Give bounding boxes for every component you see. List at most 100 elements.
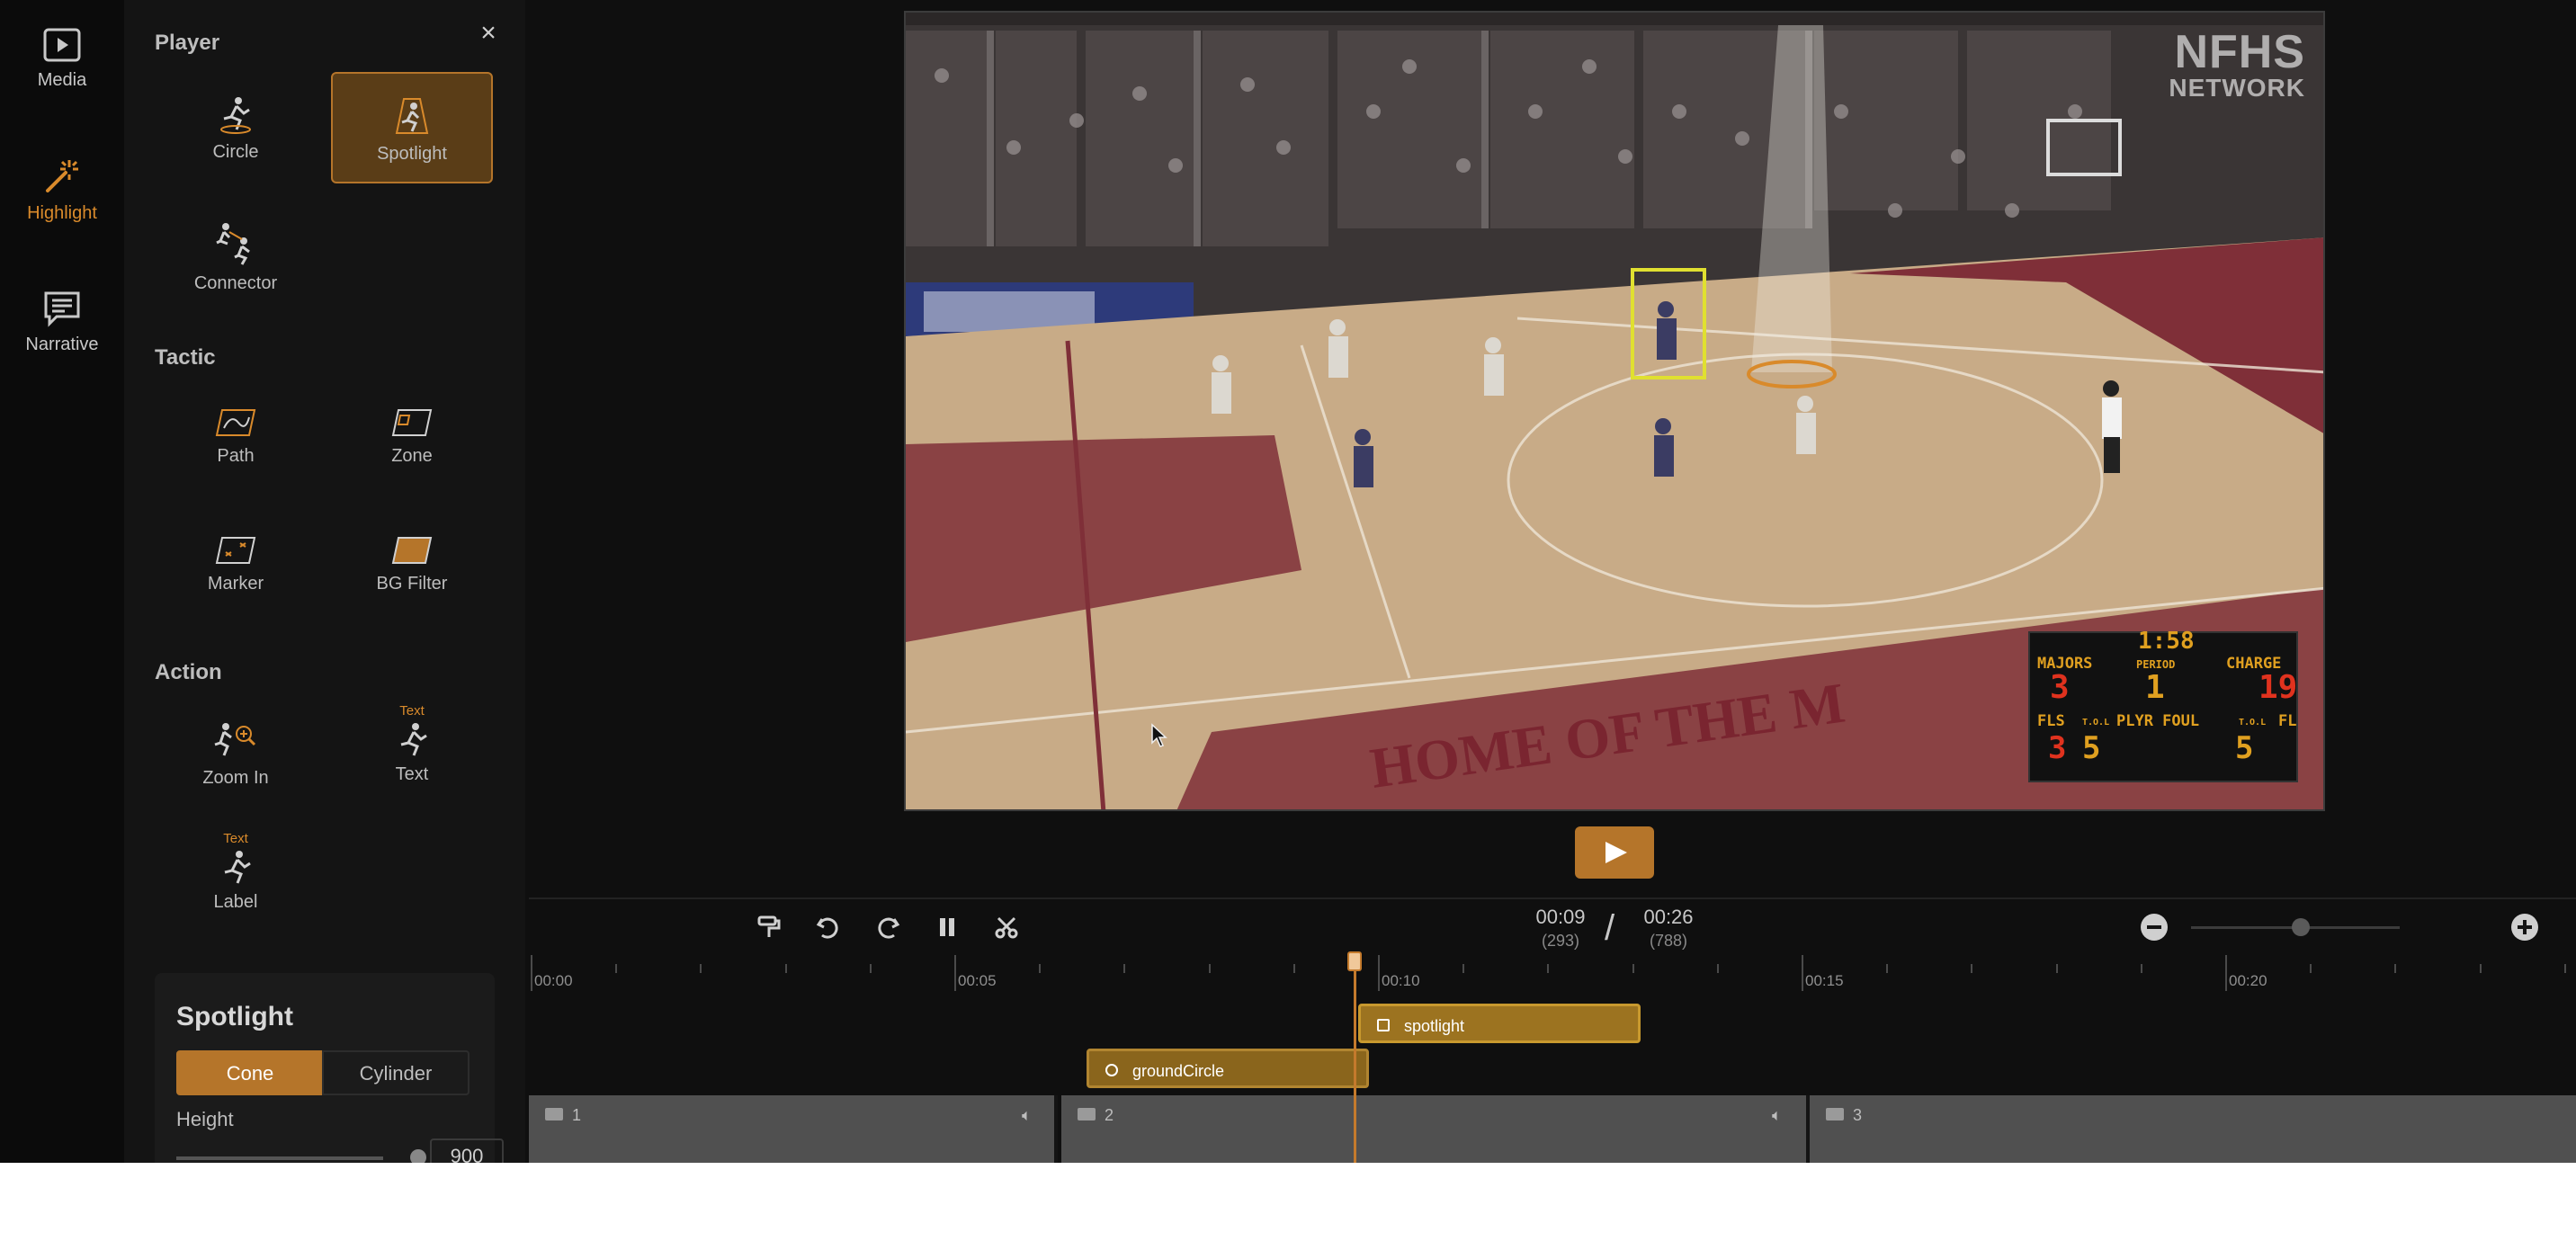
scoreboard-away-tol: 5 <box>2235 730 2254 766</box>
clip-label-ground-circle: groundCircle <box>1132 1062 1225 1080</box>
zoom-in-button[interactable] <box>2511 914 2538 941</box>
tool-zone[interactable]: Zone <box>331 385 493 496</box>
tool-bg-filter[interactable]: BG Filter <box>331 513 493 624</box>
ruler-minor-tick <box>869 964 872 973</box>
scoreboard-away-fls-label: FL <box>2278 712 2297 730</box>
height-slider-track[interactable] <box>176 1156 383 1160</box>
ruler-label: 00:10 <box>1382 972 1420 989</box>
app-window: Media Highlight Narrative Player × Circl… <box>0 0 2576 1163</box>
path-icon <box>215 409 256 436</box>
nav-item-highlight[interactable]: Highlight <box>0 156 124 224</box>
section-title-tactic: Tactic <box>155 345 216 370</box>
nav-label-narrative: Narrative <box>25 335 99 354</box>
zone-icon <box>391 409 433 436</box>
clip-spotlight[interactable]: spotlight <box>1358 1004 1641 1043</box>
current-time: 00:09 <box>1535 906 1586 928</box>
tool-label-text: Text <box>395 764 429 784</box>
playhead-handle[interactable] <box>1347 951 1362 971</box>
ruler-minor-tick <box>1547 964 1550 973</box>
watermark-line1: NFHS <box>2174 26 2305 78</box>
track-label-3: 3 <box>1853 1106 1863 1124</box>
player-circle-icon <box>220 97 251 134</box>
undo-icon[interactable] <box>815 914 842 941</box>
tool-label-path: Path <box>217 446 255 466</box>
nfhs-watermark: NFHS NETWORK <box>2169 29 2305 101</box>
camera-icon <box>1826 1108 1844 1121</box>
video-preview[interactable]: HOME OF THE M NFHS NETWORK 1:58 MAJORS 3… <box>904 11 2325 811</box>
clip-label-spotlight: spotlight <box>1404 1017 1465 1035</box>
play-button[interactable] <box>1575 826 1654 879</box>
ruler-minor-tick <box>2394 964 2397 973</box>
height-label: Height <box>176 1108 234 1130</box>
toolbar-divider <box>529 897 2576 899</box>
ruler-major-tick <box>954 955 956 991</box>
section-title-action: Action <box>155 660 222 684</box>
video-track-3[interactable]: 3 <box>1810 1095 2576 1163</box>
section-title-player: Player <box>155 31 220 55</box>
scoreboard-home-tol: 5 <box>2082 730 2101 766</box>
scoreboard: 1:58 MAJORS 3 PERIOD 1 CHARGE 19 FLS T.O… <box>2028 628 2298 782</box>
mode-cone-button[interactable]: Cone <box>176 1050 324 1095</box>
scoreboard-home-score: 3 <box>2050 669 2070 706</box>
cut-icon[interactable] <box>993 914 1020 941</box>
spotlight-settings-card: Spotlight Cone Cylinder Height 900 <box>155 973 504 1163</box>
camera-icon <box>545 1108 563 1121</box>
pause-icon[interactable] <box>934 914 961 941</box>
scoreboard-period: 1 <box>2145 669 2165 706</box>
scoreboard-plyr-foul-label: PLYR FOUL <box>2116 712 2200 730</box>
tool-label[interactable]: Text Label <box>155 827 317 939</box>
media-icon <box>43 28 81 62</box>
ruler-label: 00:15 <box>1805 972 1844 989</box>
ruler-minor-tick <box>1462 964 1465 973</box>
ruler-minor-tick <box>1632 964 1634 973</box>
total-frame: (788) <box>1649 932 1688 950</box>
tool-label-marker: Marker <box>207 574 264 594</box>
ruler-major-tick <box>2225 955 2227 991</box>
scoreboard-away-tol-label: T.O.L <box>2239 718 2267 728</box>
timeline-ruler[interactable]: 00:00 00:05 00:10 00:15 00:20 <box>529 955 2576 991</box>
ruler-minor-tick <box>1971 964 1973 973</box>
nav-item-narrative[interactable]: Narrative <box>0 290 124 355</box>
ruler-minor-tick <box>2310 964 2312 973</box>
tool-spotlight[interactable]: Spotlight <box>331 72 493 183</box>
zoom-out-button[interactable] <box>2141 914 2168 941</box>
speaker-icon[interactable]: 🔈︎ <box>1022 1106 1032 1125</box>
height-value-input[interactable]: 900 <box>430 1138 504 1163</box>
tool-circle[interactable]: Circle <box>155 72 317 183</box>
tool-zoom-in[interactable]: Zoom In <box>155 700 317 811</box>
mode-cylinder-button[interactable]: Cylinder <box>322 1050 470 1095</box>
tool-connector[interactable]: Connector <box>155 200 317 311</box>
ruler-minor-tick <box>2563 964 2566 973</box>
ruler-minor-tick <box>700 964 702 973</box>
nav-label-highlight: Highlight <box>27 203 97 223</box>
speaker-icon[interactable]: 🔈︎ <box>1772 1106 1782 1125</box>
nav-item-media[interactable]: Media <box>0 27 124 91</box>
tool-label-zoom-in: Zoom In <box>202 768 269 788</box>
connector-icon <box>216 223 250 265</box>
scoreboard-time: 1:58 <box>2138 628 2195 655</box>
video-track-1[interactable]: 1 🔈︎ <box>529 1095 1058 1163</box>
video-track-2[interactable]: 2 🔈︎ <box>1061 1095 1810 1163</box>
mouse-cursor-icon <box>1151 723 1167 747</box>
ruler-minor-tick <box>1208 964 1211 973</box>
spotlight-settings-title: Spotlight <box>176 1002 293 1031</box>
tool-marker[interactable]: Marker <box>155 513 317 624</box>
playhead-line[interactable] <box>1354 951 1356 1163</box>
tool-path[interactable]: Path <box>155 385 317 496</box>
height-slider-thumb[interactable] <box>410 1149 426 1163</box>
ruler-minor-tick <box>2140 964 2142 973</box>
tool-label-spotlight: Spotlight <box>377 144 447 164</box>
scoreboard-fls-label: FLS <box>2037 712 2065 730</box>
close-panel-button[interactable]: × <box>475 20 502 47</box>
ruler-label: 00:00 <box>534 972 573 989</box>
clip-ground-circle[interactable]: groundCircle <box>1087 1049 1369 1088</box>
camera-icon <box>1078 1108 1096 1121</box>
paint-format-icon[interactable] <box>756 914 783 941</box>
tool-text[interactable]: Text Text <box>331 700 493 811</box>
total-time: 00:26 <box>1643 906 1694 928</box>
zoom-slider-thumb[interactable] <box>2292 918 2310 936</box>
redo-icon[interactable] <box>874 914 901 941</box>
tool-label-label: Label <box>213 892 258 912</box>
track-label-1: 1 <box>572 1106 582 1124</box>
bg-filter-icon <box>391 537 433 564</box>
